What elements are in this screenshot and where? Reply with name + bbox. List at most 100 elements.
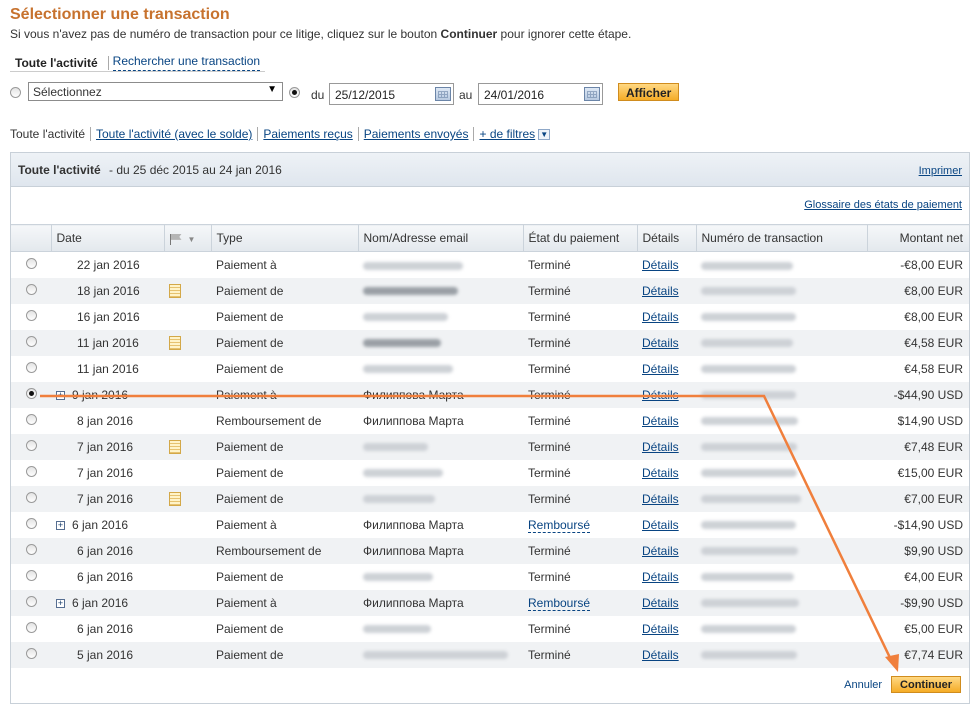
period-select[interactable]: Sélectionnez ▼ <box>28 82 283 101</box>
row-select-radio[interactable] <box>25 439 37 451</box>
tab-all-activity[interactable]: Toute l'activité <box>10 56 104 70</box>
row-select-radio[interactable] <box>25 387 37 399</box>
table-row[interactable]: 7 jan 2016 Paiement de Terminé Détails €15,0… <box>11 460 969 486</box>
table-row[interactable]: 11 jan 2016 Paiement de Terminé Détails €4,5… <box>11 356 969 382</box>
table-row[interactable]: 5 jan 2016 Paiement de Terminé Détails €7,74… <box>11 641 969 668</box>
note-icon[interactable] <box>169 335 181 350</box>
expand-icon[interactable]: + <box>56 520 65 530</box>
details-link[interactable]: Détails <box>642 570 679 584</box>
status-text: Terminé <box>528 283 571 298</box>
redacted-name <box>363 651 508 660</box>
expand-icon[interactable]: + <box>56 390 65 400</box>
tab-search-transaction[interactable]: Rechercher une transaction <box>112 54 261 71</box>
row-amount: €15,00 EUR <box>897 465 963 480</box>
details-link[interactable]: Détails <box>642 492 679 506</box>
status-text: Terminé <box>528 569 571 584</box>
row-select-radio[interactable] <box>25 257 37 269</box>
row-select-radio[interactable] <box>25 335 37 347</box>
details-link[interactable]: Détails <box>642 466 679 480</box>
date-from-field[interactable]: 25/12/2015 <box>329 83 454 105</box>
show-button[interactable]: Afficher <box>618 83 680 101</box>
table-row[interactable]: 6 jan 2016 Paiement de Terminé Détails €4,00… <box>11 564 969 590</box>
calendar-icon[interactable] <box>584 87 600 101</box>
cancel-link[interactable]: Annuler <box>844 679 882 691</box>
continue-button[interactable]: Continuer <box>891 676 961 693</box>
row-select-cell <box>11 252 51 278</box>
details-link[interactable]: Détails <box>642 414 679 428</box>
filter-select-radio[interactable] <box>10 87 21 98</box>
row-select-radio[interactable] <box>25 543 37 555</box>
details-link[interactable]: Détails <box>642 648 679 662</box>
note-icon[interactable] <box>169 283 181 298</box>
details-link[interactable]: Détails <box>642 622 679 636</box>
row-select-radio[interactable] <box>25 595 37 607</box>
row-select-radio[interactable] <box>25 621 37 633</box>
row-select-radio[interactable] <box>25 647 37 659</box>
refund-status-link[interactable]: Remboursé <box>528 517 591 533</box>
table-row[interactable]: +6 jan 2016 Paiement à Филиппова Марта Remb… <box>11 512 969 538</box>
row-state: Remboursé <box>523 512 637 538</box>
note-cell <box>164 252 211 278</box>
table-row[interactable]: 22 jan 2016 Paiement à Terminé Détails -€8,0… <box>11 252 969 278</box>
header-date[interactable]: Date <box>50 224 164 252</box>
details-link[interactable]: Détails <box>642 544 679 558</box>
details-link[interactable]: Détails <box>642 284 679 298</box>
table-row[interactable]: 18 jan 2016 Paiement de Terminé Détails €8,0… <box>11 277 969 304</box>
filter-date-radio[interactable] <box>289 87 300 98</box>
row-name <box>358 641 523 668</box>
row-date: 6 jan 2016 <box>77 569 134 584</box>
table-row[interactable]: 6 jan 2016 Paiement de Terminé Détails €5,00… <box>11 616 969 642</box>
calendar-icon[interactable] <box>435 87 451 101</box>
filter-with-balance[interactable]: Toute l'activité (avec le solde) <box>96 127 252 141</box>
table-row[interactable]: 7 jan 2016 Paiement de Terminé Détails €7,48… <box>11 433 969 460</box>
date-cell: +6 jan 2016 <box>51 512 164 538</box>
details-link[interactable]: Détails <box>642 388 679 402</box>
table-row[interactable]: 6 jan 2016 Remboursement de Филиппова Март… <box>11 537 969 564</box>
table-row[interactable]: +6 jan 2016 Paiement à Филиппова Марта Remb… <box>11 589 969 616</box>
expand-icon[interactable]: + <box>56 598 65 608</box>
note-icon[interactable] <box>169 491 181 506</box>
row-select-radio[interactable] <box>25 309 37 321</box>
row-select-radio[interactable] <box>25 569 37 581</box>
row-select-radio[interactable] <box>25 361 37 373</box>
row-select-radio[interactable] <box>25 491 37 503</box>
table-row[interactable]: +9 jan 2016 Paiement à Филиппова Марта Term… <box>11 381 969 408</box>
filter-payments-received[interactable]: Paiements reçus <box>263 127 352 141</box>
note-icon[interactable] <box>169 439 181 454</box>
row-state: Terminé <box>523 616 637 642</box>
date-to-field[interactable]: 24/01/2016 <box>478 83 603 105</box>
table-row[interactable]: 8 jan 2016 Remboursement de Филиппова Март… <box>11 408 969 434</box>
details-link[interactable]: Détails <box>642 310 679 324</box>
dropdown-arrow-icon: ▼ <box>267 84 277 95</box>
table-row[interactable]: 11 jan 2016 Paiement de Terminé Détails €4,5… <box>11 329 969 356</box>
flag-icon <box>169 233 184 245</box>
details-link[interactable]: Détails <box>642 440 679 454</box>
redacted-transaction-id <box>701 339 793 348</box>
row-date: 9 jan 2016 <box>72 387 129 402</box>
redacted-transaction-id <box>701 443 797 452</box>
chevron-down-icon[interactable]: ▼ <box>538 128 551 140</box>
redacted-name <box>363 339 441 348</box>
row-amount: €8,00 EUR <box>867 277 969 304</box>
details-link[interactable]: Détails <box>642 362 679 376</box>
row-date: 11 jan 2016 <box>77 361 139 376</box>
table-row[interactable]: 16 jan 2016 Paiement de Terminé Détails €8,0… <box>11 304 969 330</box>
details-link[interactable]: Détails <box>642 518 679 532</box>
filter-payments-sent[interactable]: Paiements envoyés <box>364 127 469 141</box>
row-select-radio[interactable] <box>25 465 37 477</box>
glossary-link[interactable]: Glossaire des états de paiement <box>804 199 962 211</box>
redacted-name <box>363 495 435 504</box>
details-link[interactable]: Détails <box>642 258 679 272</box>
row-select-radio[interactable] <box>25 517 37 529</box>
refund-status-link[interactable]: Remboursé <box>528 595 591 611</box>
details-link[interactable]: Détails <box>642 336 679 350</box>
header-flag[interactable]: ▼ <box>163 224 211 252</box>
row-select-radio[interactable] <box>25 283 37 295</box>
print-link[interactable]: Imprimer <box>919 165 962 177</box>
row-select-radio[interactable] <box>25 413 37 425</box>
more-filters-link[interactable]: + de filtres <box>479 127 535 141</box>
table-row[interactable]: 7 jan 2016 Paiement de Terminé Détails €7,00… <box>11 485 969 512</box>
panel-date-range: - du 25 déc 2015 au 24 jan 2016 <box>109 163 282 177</box>
row-transaction-id <box>696 356 867 382</box>
details-link[interactable]: Détails <box>642 596 679 610</box>
